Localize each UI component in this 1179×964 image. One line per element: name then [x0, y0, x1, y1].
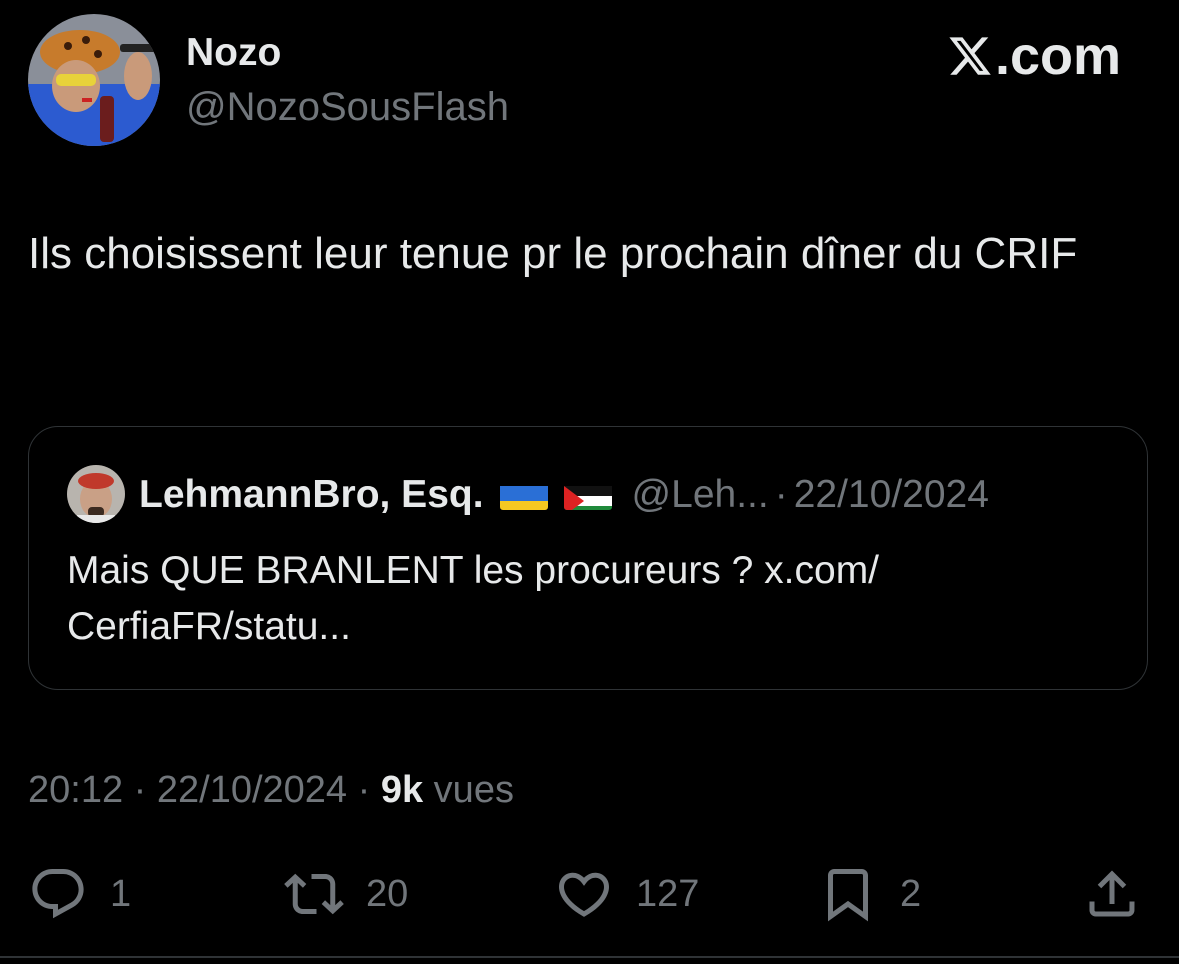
tweet-action-bar: 1 20 127 2	[0, 858, 1179, 930]
profile-photo-image	[28, 14, 160, 146]
views-count: 9k	[380, 769, 424, 811]
quoted-profile-photo	[67, 465, 125, 523]
share-icon	[1089, 870, 1135, 917]
x-com-watermark: .com	[947, 26, 1121, 86]
tweet-text: Ils choisissent leur tenue pr le prochai…	[28, 229, 1078, 278]
quoted-separator: ·	[774, 473, 788, 516]
like-count: 127	[636, 872, 700, 915]
tweet-date[interactable]: 22/10/2024	[157, 769, 347, 811]
quoted-author-handle: @Leh...	[631, 473, 769, 516]
repost-button[interactable]: 20	[284, 858, 408, 930]
bookmark-count: 2	[900, 872, 922, 915]
views-label: vues	[423, 769, 514, 811]
quoted-tweet-card[interactable]: LehmannBro, Esq. @Leh... · 22/10/2024 Ma…	[28, 426, 1148, 690]
repost-count: 20	[366, 872, 409, 915]
heart-icon	[558, 872, 610, 917]
quoted-tweet-text: Mais QUE BRANLENT les procureurs ? x.com…	[67, 549, 880, 648]
bookmark-icon	[828, 869, 868, 922]
x-logo-icon	[949, 37, 991, 75]
meta-separator: ·	[123, 769, 157, 811]
repost-icon	[284, 873, 344, 915]
brand-text: .com	[994, 26, 1121, 86]
reply-button[interactable]: 1	[28, 858, 131, 930]
bookmark-button[interactable]: 2	[818, 858, 921, 930]
author-avatar[interactable]	[28, 14, 160, 146]
quoted-tweet-date: 22/10/2024	[793, 473, 989, 516]
like-button[interactable]: 127	[554, 858, 699, 930]
ukraine-flag-icon	[499, 480, 548, 510]
palestine-flag-icon	[563, 480, 612, 510]
reply-count: 1	[110, 872, 132, 915]
tweet-metadata: 20:12 · 22/10/2024 · 9k vues	[28, 766, 514, 814]
meta-separator: ·	[347, 769, 381, 811]
bottom-divider	[0, 956, 1179, 958]
author-display-name[interactable]: Nozo	[186, 30, 281, 76]
quoted-author-name: LehmannBro, Esq.	[139, 473, 484, 516]
quoted-author-avatar	[67, 465, 125, 523]
quoted-tweet-header: LehmannBro, Esq. @Leh... · 22/10/2024	[139, 471, 989, 519]
reply-icon	[32, 869, 84, 919]
share-button[interactable]	[1082, 858, 1142, 930]
author-handle[interactable]: @NozoSousFlash	[186, 84, 509, 130]
tweet-time[interactable]: 20:12	[28, 769, 123, 811]
